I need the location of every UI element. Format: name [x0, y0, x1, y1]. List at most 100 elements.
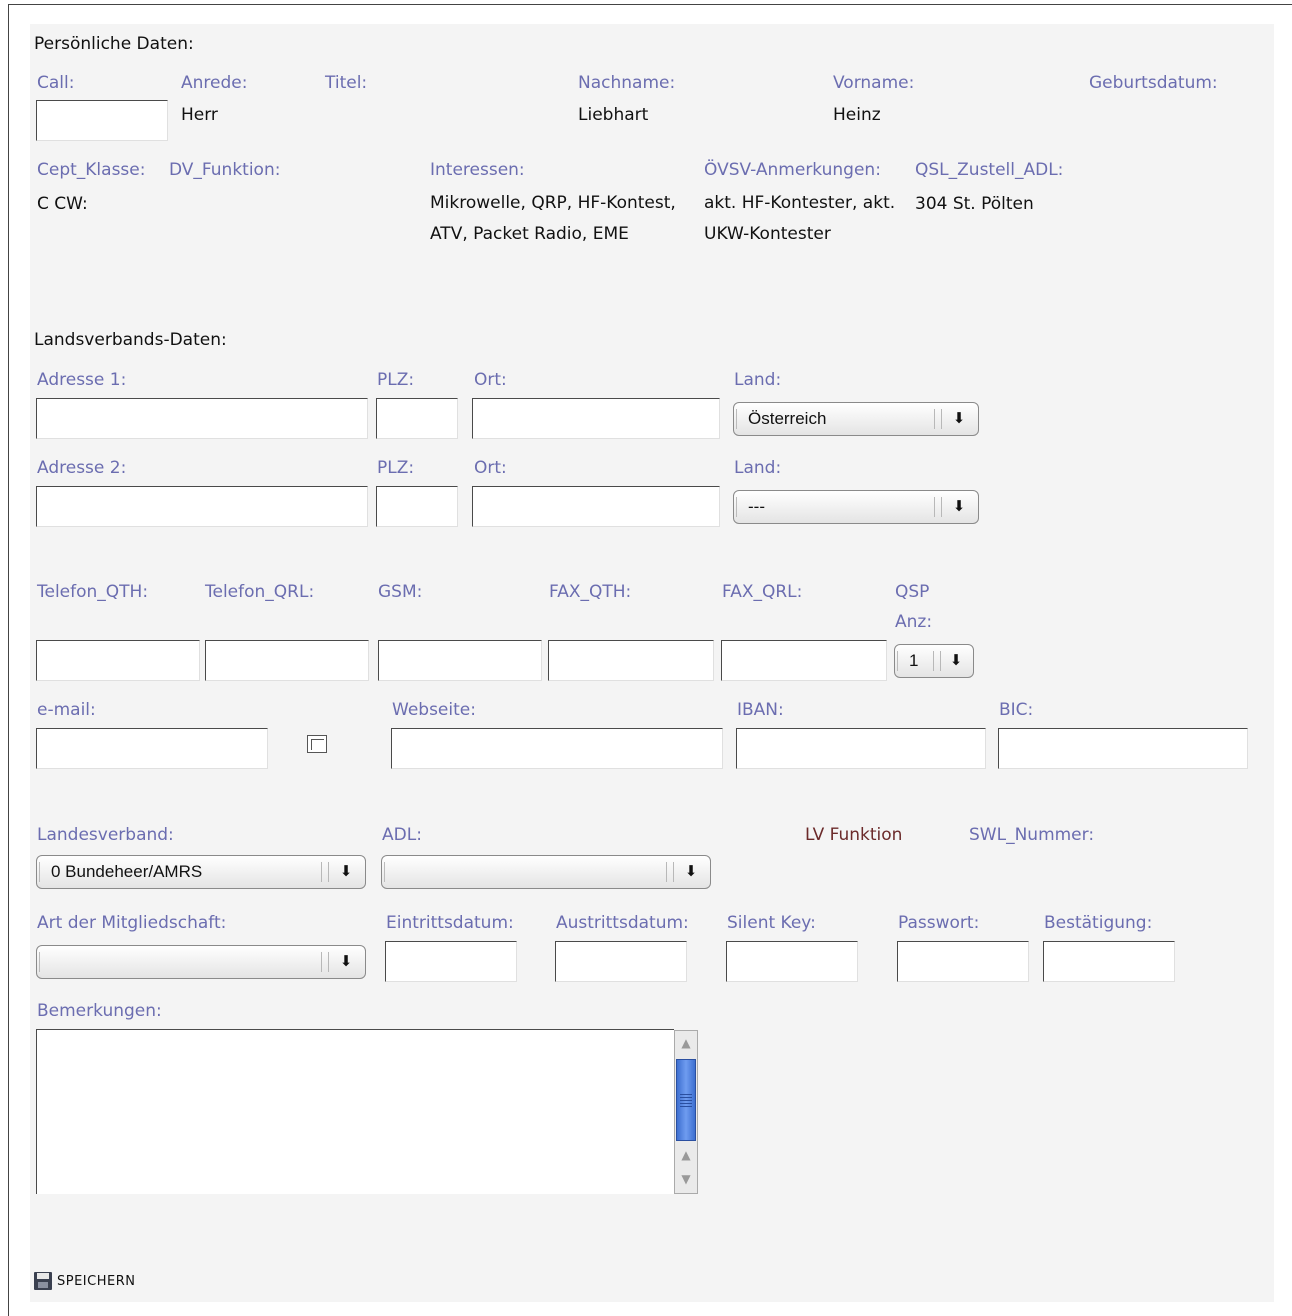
landesverband-label: Landesverband:: [37, 825, 174, 845]
fax-qth-label: FAX_QTH:: [549, 582, 632, 602]
austrittsdatum-label: Austrittsdatum:: [556, 913, 689, 933]
nachname-label: Nachname:: [578, 73, 676, 93]
scroll-up-icon[interactable]: ▲: [676, 1145, 696, 1165]
lv-funktion-label: LV Funktion: [805, 825, 903, 845]
geburtsdatum-label: Geburtsdatum:: [1089, 73, 1218, 93]
bemerkungen-scrollbar[interactable]: ▲ ▲ ▼: [674, 1030, 698, 1194]
iban-label: IBAN:: [737, 700, 784, 720]
email-input[interactable]: [36, 728, 268, 769]
scroll-down-icon[interactable]: ▼: [676, 1169, 696, 1189]
titel-label: Titel:: [325, 73, 368, 93]
arrow-down-icon: ⬇: [952, 410, 966, 427]
section-title-personal: Persönliche Daten:: [34, 34, 194, 54]
eintrittsdatum-label: Eintrittsdatum:: [386, 913, 514, 933]
qsl-zustell-adl-value: 304 St. Pölten: [915, 194, 1034, 214]
vorname-value: Heinz: [833, 105, 881, 125]
ort2-input[interactable]: [472, 486, 720, 527]
telefon-qrl-input[interactable]: [205, 640, 369, 681]
adl-select[interactable]: ⬇: [381, 855, 711, 889]
grip-icon: [934, 497, 942, 517]
gsm-label: GSM:: [378, 582, 423, 602]
telefon-qth-input[interactable]: [36, 640, 200, 681]
adresse1-input[interactable]: [36, 398, 368, 439]
telefon-qth-label: Telefon_QTH:: [37, 582, 149, 602]
land1-label: Land:: [734, 370, 782, 390]
gsm-input[interactable]: [378, 640, 542, 681]
fax-qrl-input[interactable]: [721, 640, 887, 681]
scroll-thumb[interactable]: [676, 1059, 696, 1141]
adresse2-label: Adresse 2:: [37, 458, 127, 478]
bestaetigung-input[interactable]: [1043, 941, 1175, 982]
telefon-qrl-label: Telefon_QRL:: [205, 582, 315, 602]
cept-klasse-value: C CW:: [37, 194, 88, 214]
grip-icon: [933, 651, 941, 671]
plz2-label: PLZ:: [377, 458, 415, 478]
adresse1-label: Adresse 1:: [37, 370, 127, 390]
landesverband-select[interactable]: 0 Bundeheer/AMRS ⬇: [36, 855, 366, 889]
webseite-input[interactable]: [391, 728, 723, 769]
dv-funktion-label: DV_Funktion:: [169, 160, 281, 180]
eintrittsdatum-input[interactable]: [385, 941, 517, 982]
oevsv-anmerkungen-label: ÖVSV-Anmerkungen:: [704, 160, 881, 180]
passwort-label: Passwort:: [898, 913, 980, 933]
land2-selected-value: ---: [748, 497, 765, 516]
fax-qth-input[interactable]: [548, 640, 714, 681]
qsp-anzahl-selected-value: 1: [909, 651, 919, 670]
arrow-down-icon: ⬇: [952, 498, 966, 515]
cept-klasse-label: Cept_Klasse:: [37, 160, 146, 180]
bic-input[interactable]: [998, 728, 1248, 769]
nachname-value: Liebhart: [578, 105, 649, 125]
bestaetigung-label: Bestätigung:: [1044, 913, 1153, 933]
floppy-disk-icon[interactable]: [34, 1272, 52, 1290]
bemerkungen-textarea[interactable]: [36, 1029, 674, 1194]
qsp-anzahl-select[interactable]: 1 ⬇: [894, 644, 974, 678]
scroll-up-icon[interactable]: ▲: [676, 1033, 696, 1053]
silent-key-label: Silent Key:: [727, 913, 816, 933]
ort1-label: Ort:: [474, 370, 507, 390]
grip-icon: [321, 862, 329, 882]
fax-qrl-label: FAX_QRL:: [722, 582, 803, 602]
plz1-label: PLZ:: [377, 370, 415, 390]
passwort-input[interactable]: [897, 941, 1029, 982]
land1-selected-value: Österreich: [748, 409, 827, 428]
grip-icon: [934, 409, 942, 429]
qsp-label-line1: QSP: [895, 582, 930, 602]
art-mitgliedschaft-label: Art der Mitgliedschaft:: [37, 913, 227, 933]
interessen-label: Interessen:: [430, 160, 525, 180]
landesverband-selected-value: 0 Bundeheer/AMRS: [51, 862, 203, 881]
land2-label: Land:: [734, 458, 782, 478]
bic-label: BIC:: [999, 700, 1034, 720]
section-title-landesverband: Landsverbands-Daten:: [34, 330, 227, 350]
arrow-down-icon: ⬇: [339, 863, 353, 880]
interessen-value: Mikrowelle, QRP, HF-Kontest, ATV, Packet…: [430, 193, 676, 244]
land2-select[interactable]: --- ⬇: [733, 490, 979, 524]
qsp-label-line2: Anz:: [895, 612, 933, 632]
adl-label: ADL:: [382, 825, 422, 845]
plz2-input[interactable]: [376, 486, 458, 527]
ort1-input[interactable]: [472, 398, 720, 439]
iban-input[interactable]: [736, 728, 986, 769]
ort2-label: Ort:: [474, 458, 507, 478]
call-label: Call:: [37, 73, 75, 93]
webseite-label: Webseite:: [392, 700, 476, 720]
adresse2-input[interactable]: [36, 486, 368, 527]
grip-icon: [666, 862, 674, 882]
anrede-value: Herr: [181, 105, 218, 125]
arrow-down-icon: ⬇: [949, 652, 963, 669]
call-input[interactable]: [36, 100, 168, 141]
qsl-zustell-adl-label: QSL_Zustell_ADL:: [915, 160, 1064, 180]
grip-icon: [321, 952, 329, 972]
email-label: e-mail:: [37, 700, 96, 720]
email-checkbox[interactable]: [307, 735, 327, 753]
vorname-label: Vorname:: [833, 73, 915, 93]
save-button[interactable]: SPEICHERN: [57, 1272, 135, 1292]
oevsv-anmerkungen-value: akt. HF-Kontester, akt. UKW-Kontester: [704, 193, 896, 244]
austrittsdatum-input[interactable]: [555, 941, 687, 982]
plz1-input[interactable]: [376, 398, 458, 439]
land1-select[interactable]: Österreich ⬇: [733, 402, 979, 436]
bemerkungen-label: Bemerkungen:: [37, 1001, 162, 1021]
art-mitgliedschaft-select[interactable]: ⬇: [36, 945, 366, 979]
arrow-down-icon: ⬇: [684, 863, 698, 880]
silent-key-input[interactable]: [726, 941, 858, 982]
arrow-down-icon: ⬇: [339, 953, 353, 970]
